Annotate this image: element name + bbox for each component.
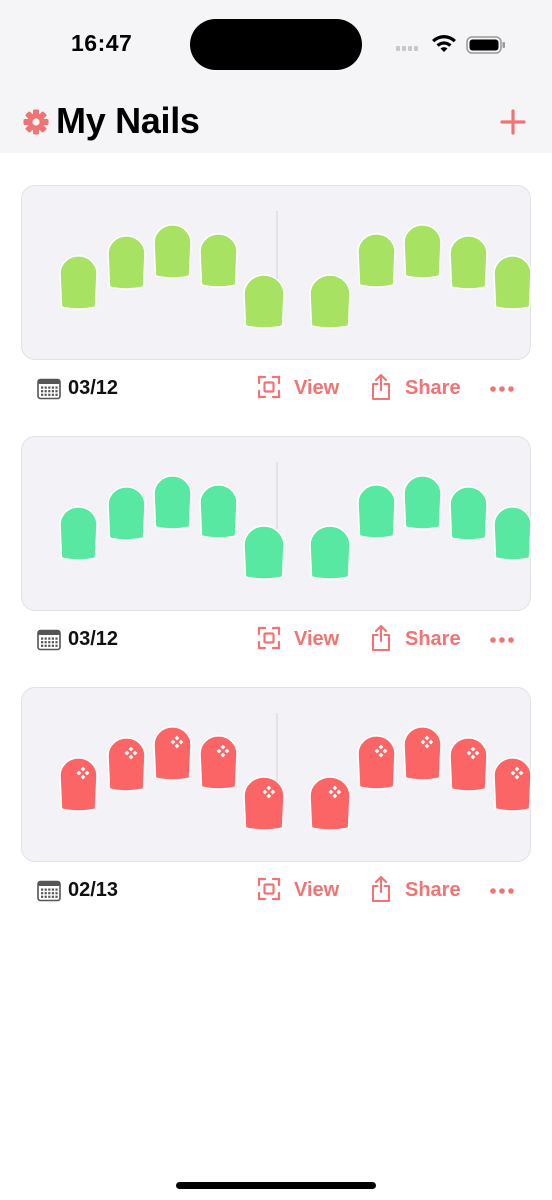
nail-left-pinky (59, 506, 98, 561)
ellipsis-icon (490, 888, 514, 894)
status-icons (396, 35, 505, 54)
nail-right-ring (449, 486, 488, 541)
nail-left-ring (107, 737, 146, 792)
view-label: View (294, 879, 340, 901)
add-button[interactable] (498, 107, 528, 137)
share-button[interactable]: Share (370, 373, 465, 405)
more-options-button[interactable] (489, 373, 519, 405)
nail-right-middle (403, 224, 442, 279)
gear-icon[interactable] (23, 109, 49, 135)
nail-right-pinky (493, 255, 532, 310)
view-icon (257, 626, 281, 650)
share-label: Share (405, 377, 461, 399)
share-button[interactable]: Share (370, 624, 465, 656)
more-options-button[interactable] (489, 624, 519, 656)
design-date: 03/12 (68, 377, 119, 399)
nail-right-thumb (309, 274, 351, 329)
view-button[interactable]: View (257, 875, 347, 907)
nail-right-middle (403, 726, 442, 781)
share-label: Share (405, 879, 461, 901)
nail-preview (59, 713, 532, 831)
view-label: View (294, 377, 340, 399)
nail-design-card[interactable] (21, 687, 532, 862)
calendar-icon (37, 378, 61, 400)
nail-left-index (199, 484, 238, 539)
nail-preview (59, 211, 532, 329)
status-time: 16:47 (71, 30, 133, 56)
view-icon (257, 375, 281, 399)
nail-left-thumb (243, 274, 285, 329)
nav-bar: My Nails (0, 92, 552, 153)
nail-preview (59, 462, 532, 580)
nail-left-index (199, 233, 238, 288)
design-date: 02/13 (68, 879, 119, 901)
ellipsis-icon (490, 637, 514, 643)
nail-left-ring (107, 235, 146, 290)
nail-left-middle (153, 475, 192, 530)
nail-right-ring (449, 737, 488, 792)
nail-left-ring (107, 486, 146, 541)
nail-right-thumb (309, 776, 351, 831)
wifi-icon (432, 35, 456, 52)
nail-left-pinky (59, 757, 98, 812)
share-icon (371, 624, 391, 652)
nail-left-thumb (243, 776, 285, 831)
share-icon (371, 373, 391, 401)
dynamic-island (190, 19, 362, 70)
nail-right-middle (403, 475, 442, 530)
view-label: View (294, 628, 340, 650)
cellular-signal-icon (396, 46, 418, 51)
calendar-icon (37, 880, 61, 902)
calendar-icon (37, 629, 61, 651)
design-date: 03/12 (68, 628, 119, 650)
nail-design-card[interactable] (21, 436, 532, 611)
view-button[interactable]: View (257, 373, 347, 405)
nail-design-card[interactable] (21, 185, 532, 360)
share-button[interactable]: Share (370, 875, 465, 907)
design-meta-row: 03/12 View Share (21, 369, 531, 409)
view-button[interactable]: View (257, 624, 347, 656)
battery-icon (466, 36, 505, 54)
nail-left-middle (153, 726, 192, 781)
nail-right-index (357, 233, 396, 288)
nail-left-pinky (59, 255, 98, 310)
nail-right-pinky (493, 506, 532, 561)
ellipsis-icon (490, 386, 514, 392)
nail-right-index (357, 735, 396, 790)
view-icon (257, 877, 281, 901)
share-icon (371, 875, 391, 903)
status-bar: 16:47 (0, 0, 552, 92)
nail-left-index (199, 735, 238, 790)
page-title: My Nails (56, 100, 200, 141)
home-indicator (176, 1182, 376, 1189)
design-meta-row: 02/13 View Share (21, 871, 531, 911)
nail-right-index (357, 484, 396, 539)
nail-left-thumb (243, 525, 285, 580)
nail-right-ring (449, 235, 488, 290)
share-label: Share (405, 628, 461, 650)
nail-left-middle (153, 224, 192, 279)
design-meta-row: 03/12 View Share (21, 620, 531, 660)
more-options-button[interactable] (489, 875, 519, 907)
nail-right-pinky (493, 757, 532, 812)
nail-right-thumb (309, 525, 351, 580)
